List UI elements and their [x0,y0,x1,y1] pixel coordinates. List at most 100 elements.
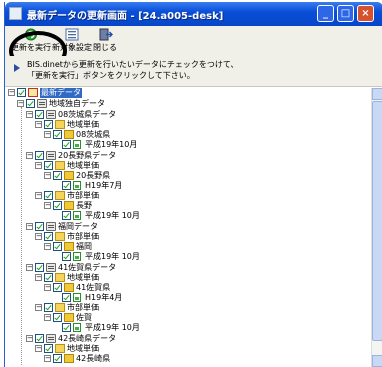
tree-node-category[interactable]: − 地域単価 [5,344,165,354]
tree-node-label: 最新データ [40,88,82,98]
tree-node-period[interactable]: H19年4月 [5,293,165,303]
checkbox[interactable] [62,140,71,149]
collapse-icon[interactable]: − [26,335,33,342]
checkbox[interactable] [35,334,44,343]
tree-node-prefecture[interactable]: − 41佐賀県データ [5,263,165,273]
house-icon [28,88,38,97]
database-icon [46,334,56,343]
collapse-icon[interactable]: − [44,355,51,362]
collapse-icon[interactable]: − [26,264,33,271]
tree-node-area[interactable]: − 42長崎県 [5,354,165,364]
collapse-icon[interactable]: − [35,121,42,128]
checkbox[interactable] [44,191,53,200]
tree-node-category[interactable]: − 市部単価 [5,232,165,242]
instruction-line-2: 「更新を実行」ボタンをクリックして下さい。 [27,71,195,80]
collapse-icon[interactable]: − [44,202,51,209]
minimize-button[interactable]: _ [317,5,334,22]
tree-node-prefecture[interactable]: − 20長野県データ [5,151,165,161]
title-bar[interactable]: 最新データの更新画面 - [24.a005-desk] _ □ × [5,2,382,26]
tree-node-area[interactable]: − 41佐賀県 [5,283,165,293]
tree-node-prefecture[interactable]: − 08茨城県データ [5,110,165,120]
checkbox[interactable] [53,313,62,322]
collapse-icon[interactable]: − [44,131,51,138]
collapse-icon[interactable]: − [26,152,33,159]
tree-node-category[interactable]: − 市部単価 [5,303,165,313]
checkbox[interactable] [17,88,26,97]
tree-node-label: 地域単価 [67,161,99,170]
tree-node-period[interactable]: 平成19年10月 [5,140,165,150]
checkbox[interactable] [44,120,53,129]
collapse-icon[interactable]: − [35,274,42,281]
tree-node-regional[interactable]: − 地域独自データ [5,99,155,109]
checkbox[interactable] [35,151,44,160]
maximize-button[interactable]: □ [337,5,354,22]
tree-node-label: 市部単価 [67,232,99,241]
collapse-icon[interactable]: − [35,233,42,240]
checkbox[interactable] [53,354,62,363]
arrow-icon [14,64,20,72]
checkbox[interactable] [53,283,62,292]
database-icon [37,99,47,108]
tree-node-label: 地域独自データ [49,99,105,108]
tree-node-period[interactable]: 平成19年 10月 [5,211,165,221]
collapse-icon[interactable]: − [35,162,42,169]
checkbox[interactable] [44,161,53,170]
checkbox[interactable] [62,323,71,332]
checkbox[interactable] [53,201,62,210]
data-tree: − 最新データ − 地域独自データ − 08茨城県データ − 地域単価 − 08… [5,88,371,367]
checkbox[interactable] [53,242,62,251]
collapse-icon[interactable]: − [17,100,24,107]
tree-node-category[interactable]: − 地域単価 [5,161,165,171]
checkbox[interactable] [62,211,71,220]
database-icon [46,110,56,119]
tree-node-area[interactable]: − 20長野県 [5,171,165,181]
close-button[interactable]: 閉じる [93,28,117,53]
checkbox[interactable] [44,232,53,241]
folder-icon [64,171,74,180]
checkbox[interactable] [62,293,71,302]
checkbox[interactable] [62,252,71,261]
collapse-icon[interactable]: − [8,89,15,96]
vertical-scrollbar[interactable] [371,88,382,367]
tree-node-category[interactable]: − 地域単価 [5,120,165,130]
checkbox[interactable] [62,181,71,190]
close-window-button[interactable]: × [357,5,374,22]
tree-node-root[interactable]: − 最新データ [5,88,155,98]
tree-node-category[interactable]: − 地域単価 [5,273,165,283]
collapse-icon[interactable]: − [44,243,51,250]
checkbox[interactable] [35,222,44,231]
tree-node-period[interactable]: 平成19年 10月 [5,323,165,333]
checkbox[interactable] [44,273,53,282]
scroll-up-button[interactable] [372,88,382,100]
tree-node-area[interactable]: − 福岡 [5,242,165,252]
collapse-icon[interactable]: − [26,223,33,230]
collapse-icon[interactable]: − [35,192,42,199]
tree-node-category[interactable]: − 市部単価 [5,191,165,201]
tree-node-label: 41佐賀県データ [58,263,117,272]
collapse-icon[interactable]: − [44,172,51,179]
document-icon [73,211,81,220]
tree-node-label: 市部単価 [67,303,99,312]
checkbox[interactable] [53,130,62,139]
collapse-icon[interactable]: − [44,314,51,321]
tree-node-period[interactable]: H19年7月 [5,181,165,191]
checkbox[interactable] [35,110,44,119]
tree-node-area[interactable]: − 08茨城県 [5,130,165,140]
checkbox[interactable] [44,303,53,312]
tree-node-period[interactable]: 平成19年 10月 [5,252,165,262]
collapse-icon[interactable]: − [44,284,51,291]
scroll-down-button[interactable] [372,355,382,367]
checkbox[interactable] [26,99,35,108]
checkbox[interactable] [35,263,44,272]
tree-node-label: H19年7月 [85,181,123,190]
collapse-icon[interactable]: − [35,345,42,352]
scroll-thumb[interactable] [372,101,382,341]
checkbox[interactable] [53,171,62,180]
tree-node-prefecture[interactable]: − 福岡データ [5,222,165,232]
tree-node-prefecture[interactable]: − 42長崎県データ [5,334,165,344]
tree-node-area[interactable]: − 長野 [5,201,165,211]
tree-node-area[interactable]: − 佐賀 [5,313,165,323]
checkbox[interactable] [44,344,53,353]
collapse-icon[interactable]: − [35,304,42,311]
collapse-icon[interactable]: − [26,111,33,118]
